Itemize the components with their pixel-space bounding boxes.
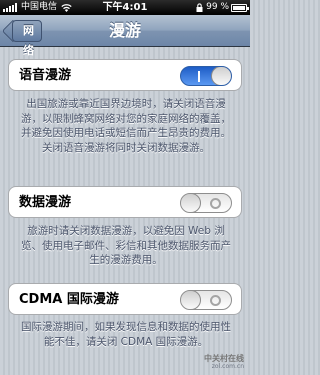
- battery-icon: [231, 3, 249, 12]
- cdma-roaming-toggle[interactable]: [180, 290, 232, 310]
- data-roaming-toggle[interactable]: [180, 193, 232, 213]
- switch-knob[interactable]: [181, 194, 201, 212]
- switch-off-mark: [210, 198, 221, 209]
- setting-row-voice-roaming[interactable]: 语音漫游: [8, 59, 242, 91]
- switch-knob[interactable]: [181, 291, 201, 309]
- setting-label: CDMA 国际漫游: [19, 292, 119, 307]
- voice-roaming-toggle[interactable]: [180, 66, 232, 86]
- setting-label: 语音漫游: [19, 68, 72, 83]
- back-button[interactable]: 网络: [12, 20, 42, 57]
- switch-off-mark: [210, 295, 221, 306]
- setting-description: 旅游时请关闭数据漫游，以避免因 Web 浏览、使用电子邮件、彩信和其他数据服务而…: [21, 225, 231, 266]
- status-right: 99 %: [196, 0, 249, 15]
- battery-fill: [233, 5, 245, 10]
- setting-row-cdma-roaming[interactable]: CDMA 国际漫游: [8, 283, 242, 315]
- switch-knob[interactable]: [211, 67, 231, 85]
- nav-bar: 漫游 网络: [0, 15, 250, 57]
- setting-description: 国际漫游期间，如果发现信息和数据的使用性能不佳，请关闭 CDMA 国际漫游。: [21, 321, 231, 348]
- watermark-url: zol.com.cn: [211, 363, 244, 370]
- status-bar: 中国电信 下午4:01 99 %: [0, 0, 250, 15]
- lock-icon: [196, 3, 203, 12]
- watermark-brand: 中关村在线: [204, 354, 244, 363]
- switch-on-mark: [198, 71, 200, 82]
- setting-description: 出国旅游或靠近国界边境时，请关闭语音漫游，以限制蜂窝网络对您的家庭网络的覆盖，并…: [21, 98, 231, 154]
- watermark: 中关村在线 zol.com.cn: [194, 355, 244, 371]
- setting-row-data-roaming[interactable]: 数据漫游: [8, 186, 242, 218]
- setting-label: 数据漫游: [19, 195, 72, 210]
- battery-percent: 99 %: [206, 2, 229, 12]
